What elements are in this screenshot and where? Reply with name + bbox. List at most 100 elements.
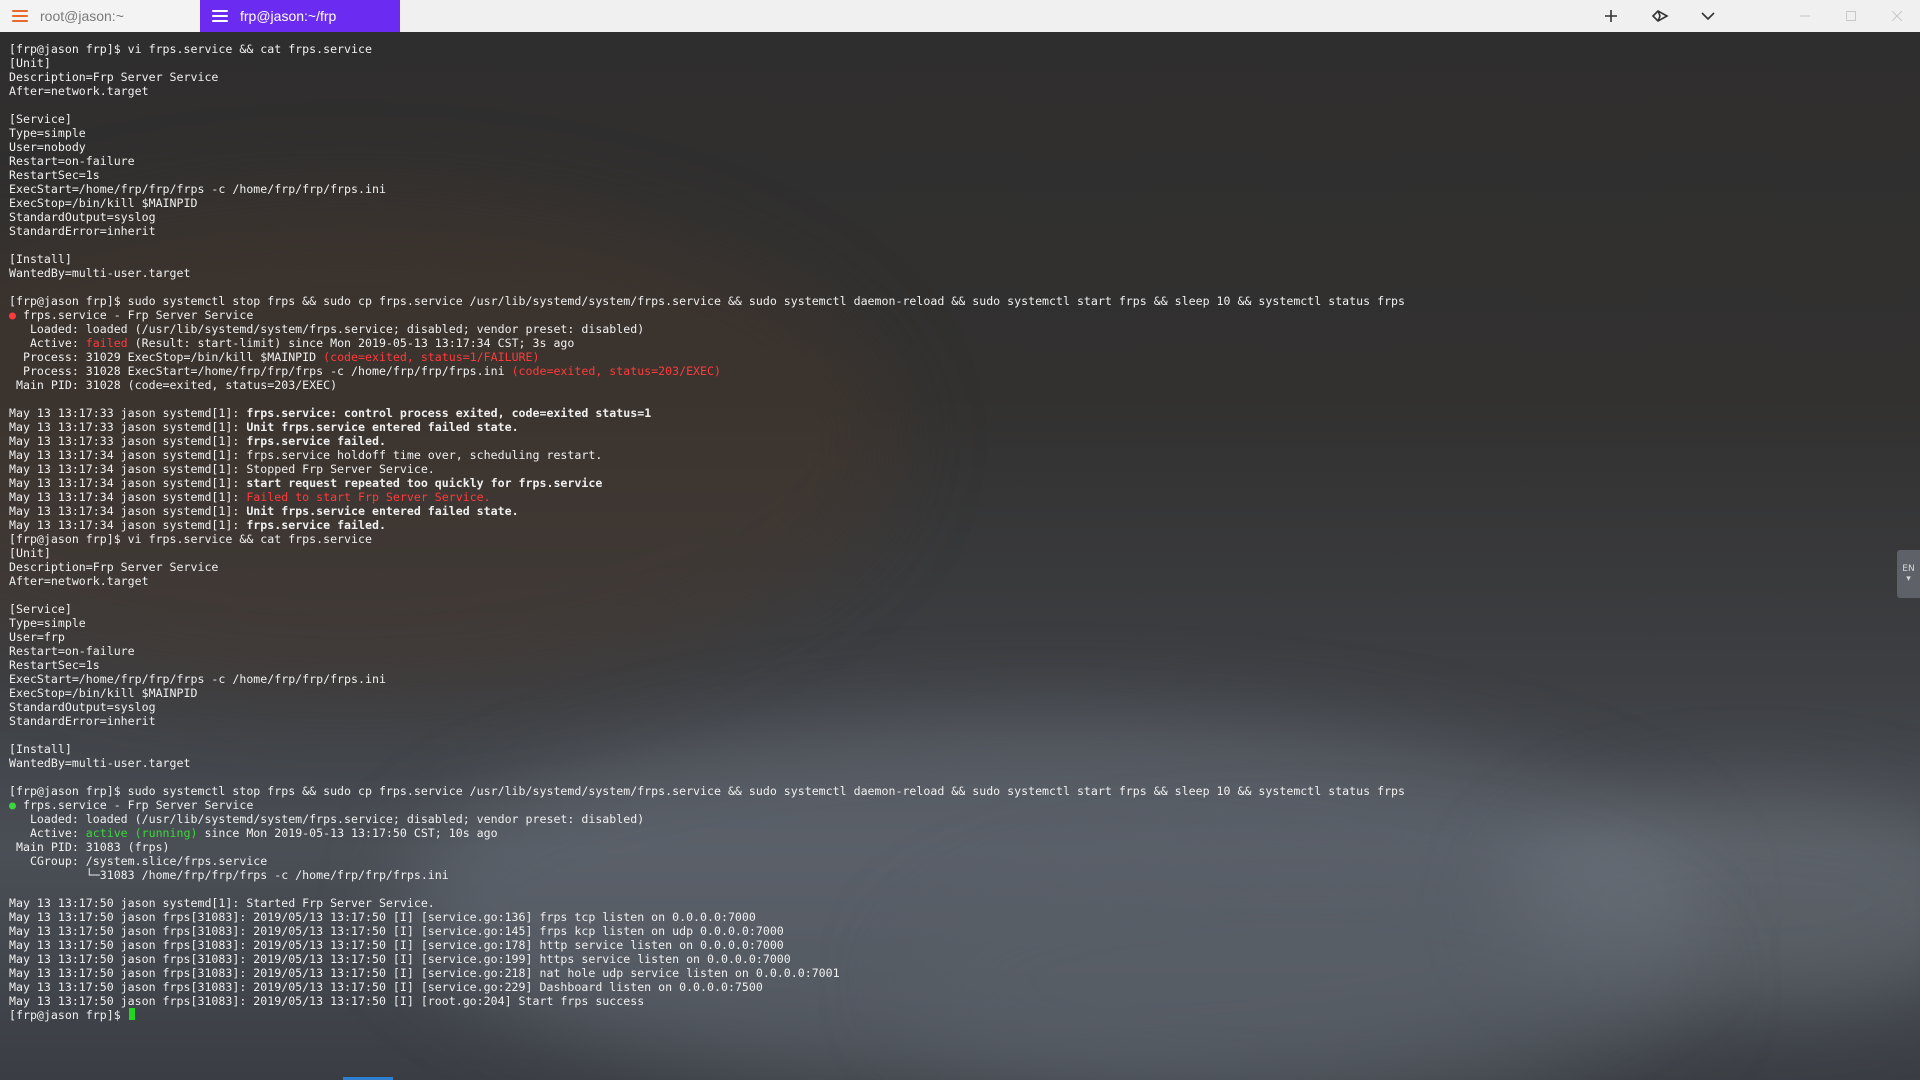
terminal-text: Type=simple bbox=[9, 126, 86, 140]
terminal-text: CGroup: /system.slice/frps.service bbox=[9, 854, 268, 868]
terminal-line: User=nobody bbox=[9, 140, 1909, 154]
minimize-icon bbox=[1800, 15, 1810, 17]
ime-label: EN bbox=[1902, 564, 1915, 574]
terminal-text: May 13 13:17:34 jason systemd[1]: bbox=[9, 504, 247, 518]
terminal-text: ● bbox=[9, 798, 16, 812]
terminal-line: May 13 13:17:34 jason systemd[1]: Failed… bbox=[9, 490, 1909, 504]
terminal-text: └─31083 /home/frp/frp/frps -c /home/frp/… bbox=[9, 868, 449, 882]
terminal-line: May 13 13:17:34 jason systemd[1]: frps.s… bbox=[9, 518, 1909, 532]
ime-arrow-icon: ▾ bbox=[1906, 574, 1911, 584]
terminal-text: Failed to start Frp Server Service. bbox=[246, 490, 491, 504]
terminal-line: May 13 13:17:50 jason frps[31083]: 2019/… bbox=[9, 980, 1909, 994]
terminal-text: RestartSec=1s bbox=[9, 658, 100, 672]
terminal-line: Active: active (running) since Mon 2019-… bbox=[9, 826, 1909, 840]
terminal-line: ● frps.service - Frp Server Service bbox=[9, 798, 1909, 812]
terminal-line: May 13 13:17:50 jason frps[31083]: 2019/… bbox=[9, 966, 1909, 980]
terminal-text: Unit frps.service entered failed state. bbox=[246, 420, 519, 434]
terminal-line: May 13 13:17:33 jason systemd[1]: frps.s… bbox=[9, 406, 1909, 420]
terminal-text: Main PID: 31028 (code=exited, status=203… bbox=[9, 378, 338, 392]
terminal-line: ExecStart=/home/frp/frp/frps -c /home/fr… bbox=[9, 182, 1909, 196]
minimize-button[interactable] bbox=[1782, 0, 1828, 32]
broadcast-icon bbox=[1651, 10, 1669, 22]
terminal-line: [Service] bbox=[9, 112, 1909, 126]
terminal-line: Restart=on-failure bbox=[9, 644, 1909, 658]
terminal-line: [Service] bbox=[9, 602, 1909, 616]
terminal-line: Loaded: loaded (/usr/lib/systemd/system/… bbox=[9, 322, 1909, 336]
terminal-text: May 13 13:17:50 jason frps[31083]: 2019/… bbox=[9, 994, 645, 1008]
terminal-text: Loaded: loaded (/usr/lib/systemd/system/… bbox=[9, 322, 645, 336]
terminal-line: [frp@jason frp]$ vi frps.service && cat … bbox=[9, 532, 1909, 546]
terminal-line: May 13 13:17:50 jason frps[31083]: 2019/… bbox=[9, 938, 1909, 952]
hamburger-menu-icon[interactable] bbox=[212, 10, 228, 22]
terminal-line: Restart=on-failure bbox=[9, 154, 1909, 168]
terminal-text: frps.service failed. bbox=[246, 434, 386, 448]
terminal-text: Active: bbox=[9, 826, 86, 840]
terminal-line: [frp@jason frp]$ bbox=[9, 1008, 1909, 1022]
terminal-text: May 13 13:17:50 jason frps[31083]: 2019/… bbox=[9, 966, 840, 980]
terminal-text: ExecStart=/home/frp/frp/frps -c /home/fr… bbox=[9, 672, 386, 686]
terminal-line: May 13 13:17:50 jason systemd[1]: Starte… bbox=[9, 896, 1909, 910]
terminal-text: StandardOutput=syslog bbox=[9, 700, 156, 714]
terminal-text: ExecStop=/bin/kill $MAINPID bbox=[9, 196, 198, 210]
hamburger-menu-icon[interactable] bbox=[12, 10, 28, 22]
terminal-text: [Service] bbox=[9, 112, 72, 126]
terminal-text: May 13 13:17:34 jason systemd[1]: bbox=[9, 490, 247, 504]
ime-indicator[interactable]: EN ▾ bbox=[1897, 550, 1920, 598]
terminal-text: May 13 13:17:34 jason systemd[1]: frps.s… bbox=[9, 448, 603, 462]
terminal-line: Description=Frp Server Service bbox=[9, 70, 1909, 84]
terminal-text: Unit frps.service entered failed state. bbox=[246, 504, 519, 518]
tab-title: frp@jason:~/frp bbox=[240, 8, 337, 24]
maximize-button[interactable] bbox=[1828, 0, 1874, 32]
terminal-text: [Unit] bbox=[9, 56, 51, 70]
terminal-text: frps.service - Frp Server Service bbox=[15, 798, 254, 812]
broadcast-button[interactable] bbox=[1640, 0, 1680, 32]
tab-frp-jason[interactable]: frp@jason:~/frp bbox=[200, 0, 400, 32]
terminal-text: frps.service failed. bbox=[246, 518, 386, 532]
terminal-line: After=network.target bbox=[9, 574, 1909, 588]
terminal-line: May 13 13:17:33 jason systemd[1]: Unit f… bbox=[9, 420, 1909, 434]
tab-root-jason[interactable]: root@jason:~ bbox=[0, 0, 200, 32]
terminal-text: ExecStart=/home/frp/frp/frps -c /home/fr… bbox=[9, 182, 386, 196]
terminal-text: StandardError=inherit bbox=[9, 714, 156, 728]
terminal-text: May 13 13:17:50 jason frps[31083]: 2019/… bbox=[9, 924, 784, 938]
terminal-text: May 13 13:17:50 jason frps[31083]: 2019/… bbox=[9, 910, 756, 924]
terminal-line: RestartSec=1s bbox=[9, 168, 1909, 182]
terminal-text: May 13 13:17:50 jason frps[31083]: 2019/… bbox=[9, 952, 791, 966]
terminal-cursor bbox=[128, 1008, 135, 1020]
terminal-line: ExecStop=/bin/kill $MAINPID bbox=[9, 196, 1909, 210]
terminal-text: Description=Frp Server Service bbox=[9, 70, 219, 84]
close-button[interactable] bbox=[1874, 0, 1920, 32]
terminal-text: After=network.target bbox=[9, 574, 149, 588]
chevron-down-icon bbox=[1701, 12, 1715, 21]
tab-dropdown-button[interactable] bbox=[1688, 0, 1728, 32]
terminal-text: StandardOutput=syslog bbox=[9, 210, 156, 224]
terminal-text: ● bbox=[9, 308, 16, 322]
terminal-line: StandardOutput=syslog bbox=[9, 210, 1909, 224]
terminal-line: Main PID: 31028 (code=exited, status=203… bbox=[9, 378, 1909, 392]
terminal-text: May 13 13:17:34 jason systemd[1]: bbox=[9, 518, 247, 532]
terminal-text: Main PID: 31083 (frps) bbox=[9, 840, 170, 854]
terminal-text: [frp@jason frp]$ sudo systemctl stop frp… bbox=[9, 294, 1406, 308]
terminal-text: [Unit] bbox=[9, 546, 51, 560]
tab-bar: root@jason:~ frp@jason:~/frp bbox=[0, 0, 1920, 32]
terminal-text: May 13 13:17:50 jason frps[31083]: 2019/… bbox=[9, 980, 763, 994]
terminal-line: [Unit] bbox=[9, 56, 1909, 70]
terminal-line: StandardOutput=syslog bbox=[9, 700, 1909, 714]
terminal-text: [frp@jason frp]$ sudo systemctl stop frp… bbox=[9, 784, 1406, 798]
terminal-line: User=frp bbox=[9, 630, 1909, 644]
terminal-text: (code=exited, status=203/EXEC) bbox=[511, 364, 721, 378]
terminal-text: (Result: start-limit) since Mon 2019-05-… bbox=[127, 336, 575, 350]
terminal-line: Active: failed (Result: start-limit) sin… bbox=[9, 336, 1909, 350]
new-tab-button[interactable] bbox=[1591, 0, 1631, 32]
terminal-text: Loaded: loaded (/usr/lib/systemd/system/… bbox=[9, 812, 645, 826]
terminal-text: After=network.target bbox=[9, 84, 149, 98]
terminal-line: May 13 13:17:50 jason frps[31083]: 2019/… bbox=[9, 924, 1909, 938]
terminal-text: frps.service: control process exited, co… bbox=[246, 406, 652, 420]
terminal-line: May 13 13:17:34 jason systemd[1]: Stoppe… bbox=[9, 462, 1909, 476]
terminal-output[interactable]: [frp@jason frp]$ vi frps.service && cat … bbox=[9, 42, 1909, 1022]
terminal-line: [frp@jason frp]$ sudo systemctl stop frp… bbox=[9, 294, 1909, 308]
